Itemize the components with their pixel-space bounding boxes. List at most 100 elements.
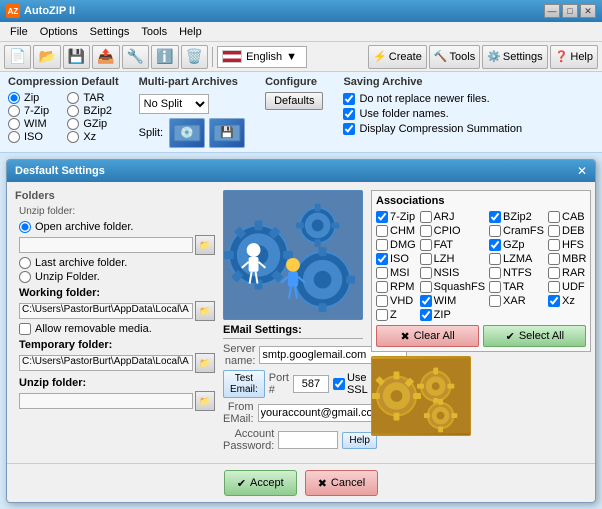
select-all-button[interactable]: ✔ Select All bbox=[483, 325, 586, 347]
bzip2-radio[interactable] bbox=[67, 105, 79, 117]
iso-option[interactable]: ISO bbox=[8, 131, 59, 143]
xz-option[interactable]: Xz bbox=[67, 131, 118, 143]
assoc-msi[interactable]: MSI bbox=[376, 267, 416, 279]
gzip-option[interactable]: GZip bbox=[67, 118, 118, 130]
open-archive-radio[interactable] bbox=[19, 221, 31, 233]
assoc-iso[interactable]: ISO bbox=[376, 253, 416, 265]
multipart-select[interactable]: No Split bbox=[139, 94, 209, 114]
menu-options[interactable]: Options bbox=[34, 24, 84, 40]
last-archive-radio[interactable] bbox=[19, 257, 31, 269]
last-archive-option[interactable]: Last archive folder. bbox=[19, 257, 215, 269]
archive-path-input[interactable] bbox=[19, 237, 193, 253]
gzip-radio[interactable] bbox=[67, 118, 79, 130]
assoc-cramfs[interactable]: CramFS bbox=[489, 225, 544, 237]
toolbar-open[interactable]: 📂 bbox=[33, 45, 60, 69]
unzip-path-input[interactable] bbox=[19, 393, 193, 409]
assoc-deb[interactable]: DEB bbox=[548, 225, 586, 237]
assoc-udf[interactable]: UDF bbox=[548, 281, 586, 293]
wim-radio[interactable] bbox=[8, 118, 20, 130]
zip-option[interactable]: Zip bbox=[8, 92, 59, 104]
assoc-xar[interactable]: XAR bbox=[489, 295, 544, 307]
toolbar-info[interactable]: ℹ️ bbox=[151, 45, 178, 69]
wim-option[interactable]: WIM bbox=[8, 118, 59, 130]
unzip-folder-option[interactable]: Unzip Folder. bbox=[19, 271, 215, 283]
7zip-radio[interactable] bbox=[8, 105, 20, 117]
use-folders-option[interactable]: Use folder names. bbox=[343, 108, 522, 120]
assoc-hfs[interactable]: HFS bbox=[548, 239, 586, 251]
temp-path-input[interactable]: C:\Users\PastorBurt\AppData\Local\A bbox=[19, 355, 193, 371]
browse-button-4[interactable]: 📁 bbox=[195, 391, 215, 411]
port-input[interactable] bbox=[293, 375, 329, 393]
browse-button-3[interactable]: 📁 bbox=[195, 353, 215, 373]
toolbar-create[interactable]: ⚡ Create bbox=[368, 45, 427, 69]
display-summation-check[interactable] bbox=[343, 123, 355, 135]
assoc-fat[interactable]: FAT bbox=[420, 239, 485, 251]
toolbar-new[interactable]: 📄 bbox=[4, 45, 31, 69]
assoc-nsis[interactable]: NSIS bbox=[420, 267, 485, 279]
bzip2-option[interactable]: BZip2 bbox=[67, 105, 118, 117]
assoc-cab[interactable]: CAB bbox=[548, 211, 586, 223]
ssl-check[interactable] bbox=[333, 378, 345, 390]
minimize-button[interactable]: — bbox=[544, 4, 560, 18]
toolbar-test[interactable]: 🔧 bbox=[122, 45, 149, 69]
assoc-zip[interactable]: ZIP bbox=[420, 309, 485, 321]
assoc-mbr[interactable]: MBR bbox=[548, 253, 586, 265]
tar-radio[interactable] bbox=[67, 92, 79, 104]
allow-removable-check[interactable] bbox=[19, 323, 31, 335]
zip-radio[interactable] bbox=[8, 92, 20, 104]
no-replace-check[interactable] bbox=[343, 93, 355, 105]
menu-file[interactable]: File bbox=[4, 24, 34, 40]
browse-button-1[interactable]: 📁 bbox=[195, 235, 215, 255]
menu-settings[interactable]: Settings bbox=[84, 24, 136, 40]
assoc-rar[interactable]: RAR bbox=[548, 267, 586, 279]
cancel-button[interactable]: ✖ Cancel bbox=[305, 470, 378, 496]
allow-removable-option[interactable]: Allow removable media. bbox=[19, 323, 215, 335]
7zip-option[interactable]: 7-Zip bbox=[8, 105, 59, 117]
toolbar-save[interactable]: 💾 bbox=[63, 45, 90, 69]
assoc-bzip2[interactable]: BZip2 bbox=[489, 211, 544, 223]
open-archive-option[interactable]: Open archive folder. bbox=[19, 221, 215, 233]
assoc-lzh[interactable]: LZH bbox=[420, 253, 485, 265]
use-folders-check[interactable] bbox=[343, 108, 355, 120]
assoc-ntfs[interactable]: NTFS bbox=[489, 267, 544, 279]
assoc-dmg[interactable]: DMG bbox=[376, 239, 416, 251]
assoc-gzp[interactable]: GZp bbox=[489, 239, 544, 251]
working-path-input[interactable]: C:\Users\PastorBurt\AppData\Local\A bbox=[19, 303, 193, 319]
toolbar-tools[interactable]: 🔨 Tools bbox=[429, 45, 480, 69]
password-input[interactable] bbox=[278, 431, 338, 449]
toolbar-delete[interactable]: 🗑️ bbox=[181, 45, 208, 69]
assoc-chm[interactable]: CHM bbox=[376, 225, 416, 237]
assoc-7zip[interactable]: 7-Zip bbox=[376, 211, 416, 223]
iso-radio[interactable] bbox=[8, 131, 20, 143]
clear-all-button[interactable]: ✖ Clear All bbox=[376, 325, 479, 347]
assoc-vhd[interactable]: VHD bbox=[376, 295, 416, 307]
assoc-z[interactable]: Z bbox=[376, 309, 416, 321]
menu-help[interactable]: Help bbox=[173, 24, 208, 40]
dialog-close-button[interactable]: ✕ bbox=[577, 164, 587, 178]
assoc-cpio[interactable]: CPIO bbox=[420, 225, 485, 237]
test-email-button[interactable]: Test Email: bbox=[223, 370, 265, 398]
maximize-button[interactable]: □ bbox=[562, 4, 578, 18]
toolbar-settings[interactable]: ⚙️ Settings bbox=[482, 45, 547, 69]
toolbar-help[interactable]: ❓ Help bbox=[550, 45, 598, 69]
language-selector[interactable]: English ▼ bbox=[217, 46, 307, 68]
menu-tools[interactable]: Tools bbox=[135, 24, 173, 40]
display-summation-option[interactable]: Display Compression Summation bbox=[343, 123, 522, 135]
toolbar-extract[interactable]: 📤 bbox=[92, 45, 119, 69]
assoc-wim[interactable]: WIM bbox=[420, 295, 485, 307]
xz-radio[interactable] bbox=[67, 131, 79, 143]
assoc-xz[interactable]: Xz bbox=[548, 295, 586, 307]
ssl-option[interactable]: Use SSL bbox=[333, 372, 368, 396]
defaults-button[interactable]: Defaults bbox=[265, 92, 323, 110]
close-button[interactable]: ✕ bbox=[580, 4, 596, 18]
unzip-folder-radio[interactable] bbox=[19, 271, 31, 283]
no-replace-option[interactable]: Do not replace newer files. bbox=[343, 93, 522, 105]
assoc-lzma[interactable]: LZMA bbox=[489, 253, 544, 265]
accept-button[interactable]: ✔ Accept bbox=[224, 470, 297, 496]
tar-option[interactable]: TAR bbox=[67, 92, 118, 104]
assoc-arj[interactable]: ARJ bbox=[420, 211, 485, 223]
assoc-squashfs[interactable]: SquashFS bbox=[420, 281, 485, 293]
assoc-tar[interactable]: TAR bbox=[489, 281, 544, 293]
browse-button-2[interactable]: 📁 bbox=[195, 301, 215, 321]
assoc-rpm[interactable]: RPM bbox=[376, 281, 416, 293]
